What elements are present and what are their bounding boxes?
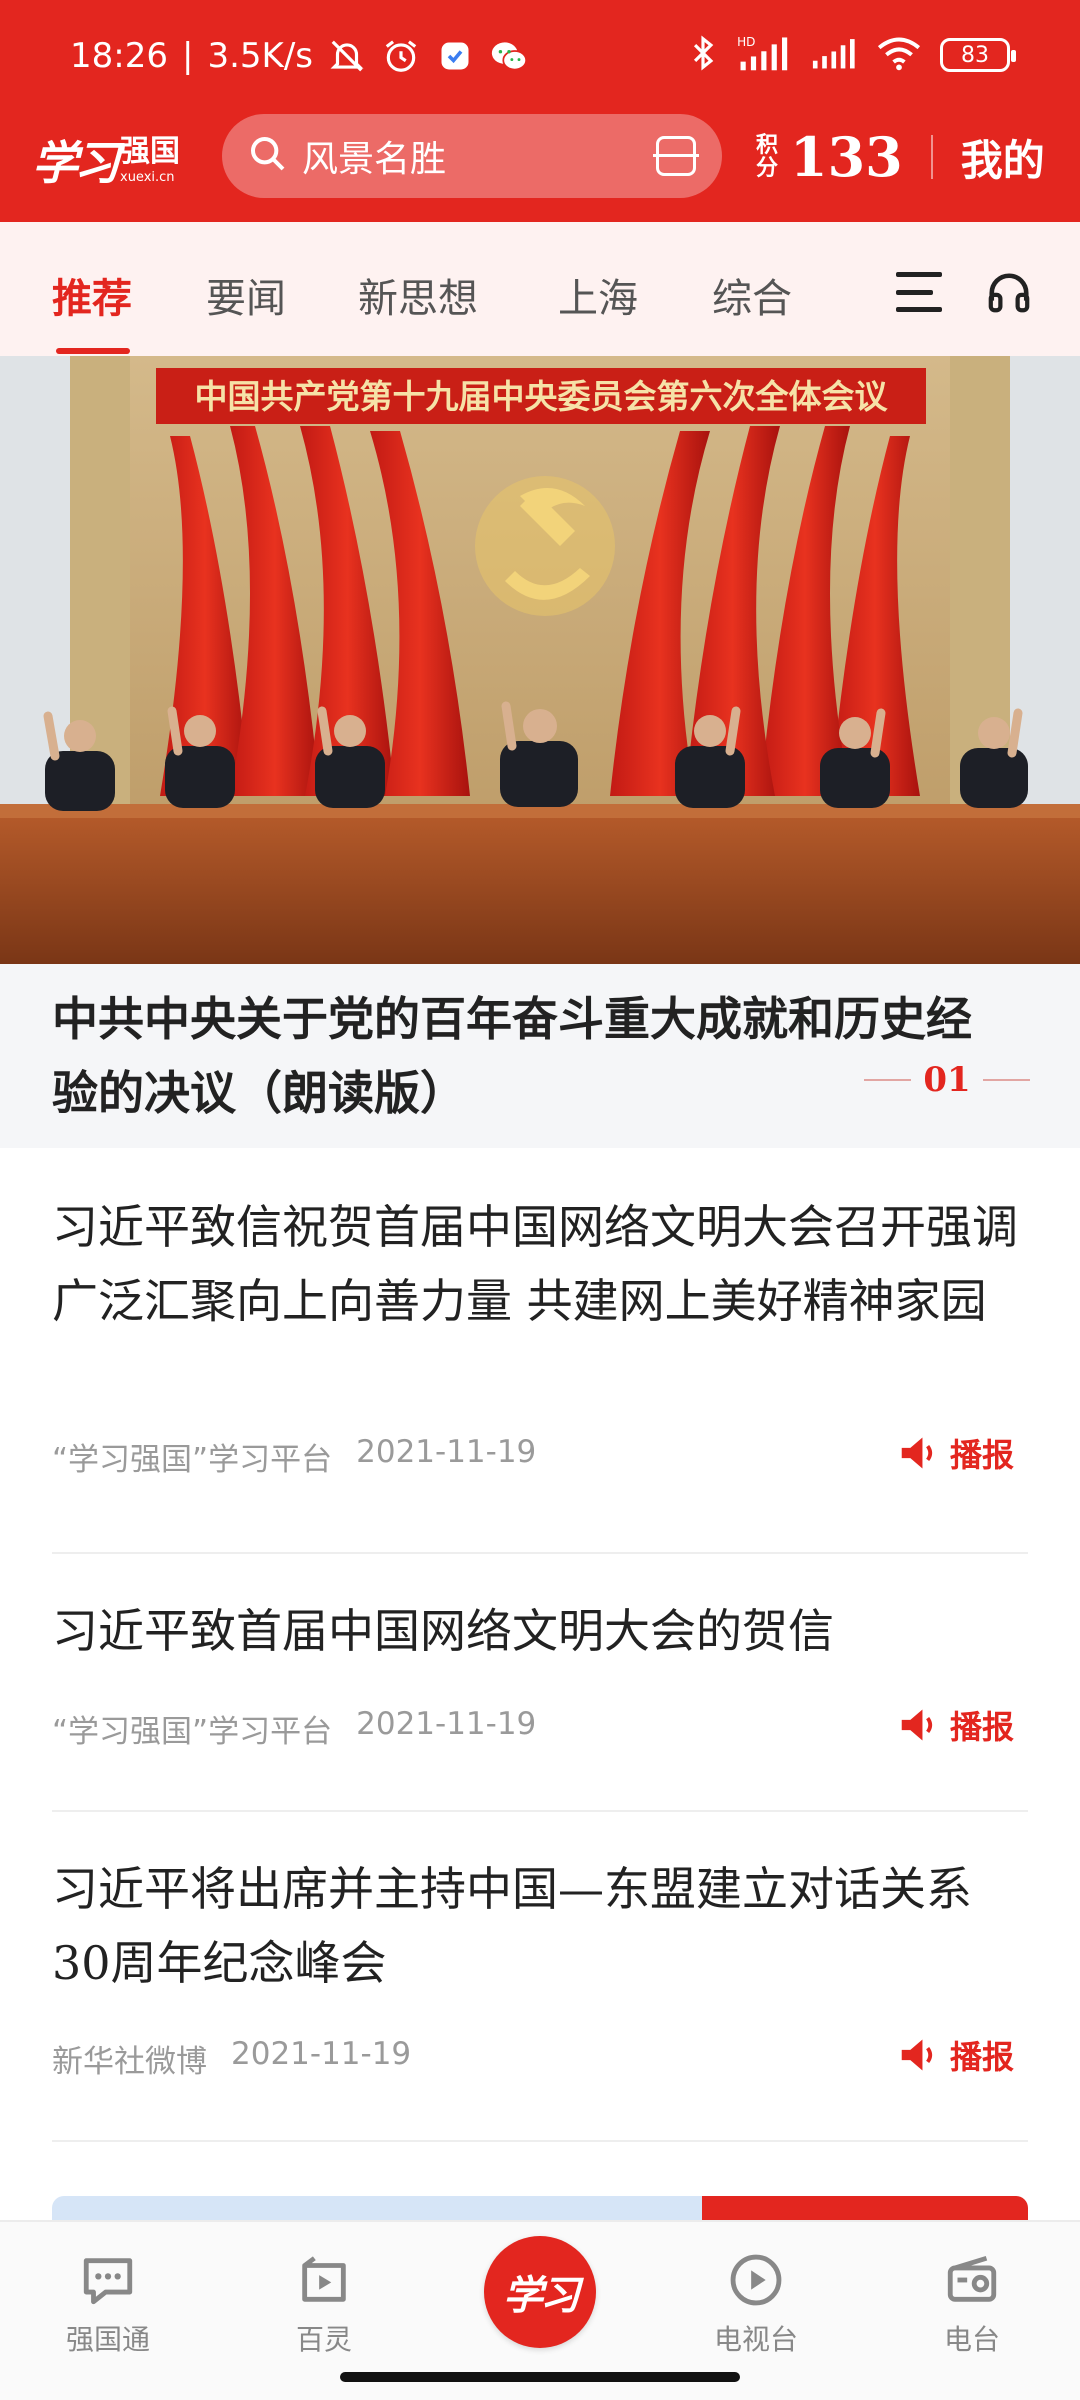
- nav-tv[interactable]: 电视台: [676, 2242, 836, 2358]
- status-bar: 18:26 | 3.5K/s HD 83: [0, 0, 1080, 110]
- article-meta: “学习强国”学习平台 2021-11-19: [52, 1434, 536, 1479]
- app-header: 学习 强国 xuexi.cn 风景名胜 积分 133 我的: [0, 110, 1080, 222]
- scan-icon[interactable]: [653, 136, 699, 176]
- article-meta: 新华社微博 2021-11-19: [52, 2036, 411, 2081]
- bluetooth-icon: [688, 34, 718, 76]
- hero-title[interactable]: 中共中央关于党的百年奋斗重大成就和历史经验的决议（朗读版）: [52, 982, 1012, 1130]
- broadcast-label: 播报: [949, 2038, 1014, 2076]
- broadcast-button[interactable]: 播报: [898, 2032, 1014, 2078]
- video-icon: [244, 2242, 404, 2318]
- tab-shanghai[interactable]: 上海: [558, 266, 638, 324]
- carousel-index: 01: [864, 1060, 1031, 1100]
- channel-menu-icon[interactable]: [896, 272, 942, 312]
- article-item[interactable]: 习近平将出席并主持中国—东盟建立对话关系30周年纪念峰会 新华社微博 2021-…: [52, 1852, 1028, 2092]
- logo-script: 学习: [32, 136, 120, 190]
- nav-xuexi-label: 学习: [503, 2272, 580, 2319]
- xuexi-logo[interactable]: 学习 强国 xuexi.cn: [32, 110, 180, 210]
- tab-news[interactable]: 要闻: [206, 266, 286, 324]
- article-date: 2021-11-19: [356, 1434, 537, 1470]
- app-notification-icon: [435, 36, 475, 76]
- carousel-index-number: 01: [923, 1060, 971, 1100]
- nav-label: 百灵: [295, 2323, 352, 2356]
- article-title[interactable]: 习近平致首届中国网络文明大会的贺信: [52, 1594, 1028, 1668]
- list-divider: [52, 1552, 1028, 1554]
- broadcast-label: 播报: [949, 1436, 1014, 1474]
- play-circle-icon: [676, 2242, 836, 2318]
- nav-xuexi[interactable]: 学习: [484, 2236, 596, 2348]
- top-header: 18:26 | 3.5K/s HD 83 学习 强国 xuexi.cn 风景名胜…: [0, 0, 1080, 222]
- speaker-icon: [901, 2039, 933, 2071]
- search-placeholder[interactable]: 风景名胜: [302, 130, 656, 182]
- mute-icon: [327, 36, 367, 76]
- points-value: 133: [790, 125, 903, 189]
- radio-icon: [892, 2242, 1052, 2318]
- tab-recommend[interactable]: 推荐: [52, 266, 132, 324]
- nav-label: 强国通: [65, 2323, 150, 2356]
- nav-label: 电台: [943, 2323, 1000, 2356]
- status-time: 18:26: [70, 36, 168, 76]
- article-meta: “学习强国”学习平台 2021-11-19: [52, 1706, 536, 1751]
- nav-label: 电视台: [713, 2323, 798, 2356]
- hero-banner-text: 中国共产党第十九届中央委员会第六次全体会议: [195, 377, 889, 416]
- nav-bailing[interactable]: 百灵: [244, 2242, 404, 2358]
- article-source: 新华社微博: [52, 2044, 207, 2080]
- alarm-icon: [381, 36, 421, 76]
- logo-en: xuexi.cn: [120, 169, 175, 185]
- next-card-preview[interactable]: [52, 2196, 1028, 2220]
- status-left: 18:26 | 3.5K/s: [70, 36, 529, 76]
- channel-tabs: 推荐 要闻 新思想 上海 综合: [0, 222, 1080, 356]
- list-divider: [52, 2140, 1028, 2142]
- headset-icon[interactable]: [986, 270, 1032, 316]
- svg-text:HD: HD: [737, 35, 755, 49]
- active-tab-indicator: [56, 348, 130, 354]
- search-bar[interactable]: 风景名胜: [222, 114, 722, 198]
- broadcast-label: 播报: [949, 1708, 1014, 1746]
- battery-icon: 83: [940, 38, 1016, 72]
- article-item[interactable]: 习近平致首届中国网络文明大会的贺信 “学习强国”学习平台 2021-11-19 …: [52, 1594, 1028, 1774]
- points-display[interactable]: 积分 133 我的: [756, 122, 1045, 192]
- mine-button[interactable]: 我的: [961, 127, 1045, 188]
- battery-level: 83: [961, 42, 989, 68]
- wechat-icon: [489, 36, 529, 76]
- article-source: “学习强国”学习平台: [52, 1442, 333, 1478]
- chat-icon: [28, 2242, 188, 2318]
- signal-icon: [808, 36, 858, 74]
- article-date: 2021-11-19: [231, 2036, 412, 2072]
- tab-new-thought[interactable]: 新思想: [358, 266, 478, 324]
- hero-caption[interactable]: 中共中央关于党的百年奋斗重大成就和历史经验的决议（朗读版） 01: [0, 964, 1080, 1148]
- status-right: HD 83: [688, 34, 1016, 76]
- tab-general[interactable]: 综合: [712, 266, 792, 324]
- article-title[interactable]: 习近平致信祝贺首届中国网络文明大会召开强调 广泛汇聚向上向善力量 共建网上美好精…: [52, 1190, 1028, 1338]
- search-icon: [248, 134, 288, 178]
- nav-qiangguotong[interactable]: 强国通: [28, 2242, 188, 2358]
- logo-cn: 强国: [120, 133, 180, 169]
- points-label: 积分: [756, 132, 779, 181]
- hero-image[interactable]: 中国共产党第十九届中央委员会第六次全体会议: [0, 356, 1080, 964]
- speaker-icon: [901, 1709, 933, 1741]
- network-speed: 3.5K/s: [207, 36, 313, 76]
- broadcast-button[interactable]: 播报: [898, 1702, 1014, 1748]
- article-source: “学习强国”学习平台: [52, 1714, 333, 1750]
- wifi-icon: [876, 35, 922, 75]
- header-divider: [930, 135, 933, 179]
- article-date: 2021-11-19: [356, 1706, 537, 1742]
- nav-radio[interactable]: 电台: [892, 2242, 1052, 2358]
- speaker-icon: [901, 1437, 933, 1469]
- home-indicator[interactable]: [340, 2372, 740, 2382]
- article-title[interactable]: 习近平将出席并主持中国—东盟建立对话关系30周年纪念峰会: [52, 1852, 1028, 2000]
- signal-hd-icon: HD: [736, 34, 790, 76]
- list-divider: [52, 1810, 1028, 1812]
- article-item[interactable]: 习近平致信祝贺首届中国网络文明大会召开强调 广泛汇聚向上向善力量 共建网上美好精…: [52, 1190, 1028, 1510]
- broadcast-button[interactable]: 播报: [898, 1430, 1014, 1476]
